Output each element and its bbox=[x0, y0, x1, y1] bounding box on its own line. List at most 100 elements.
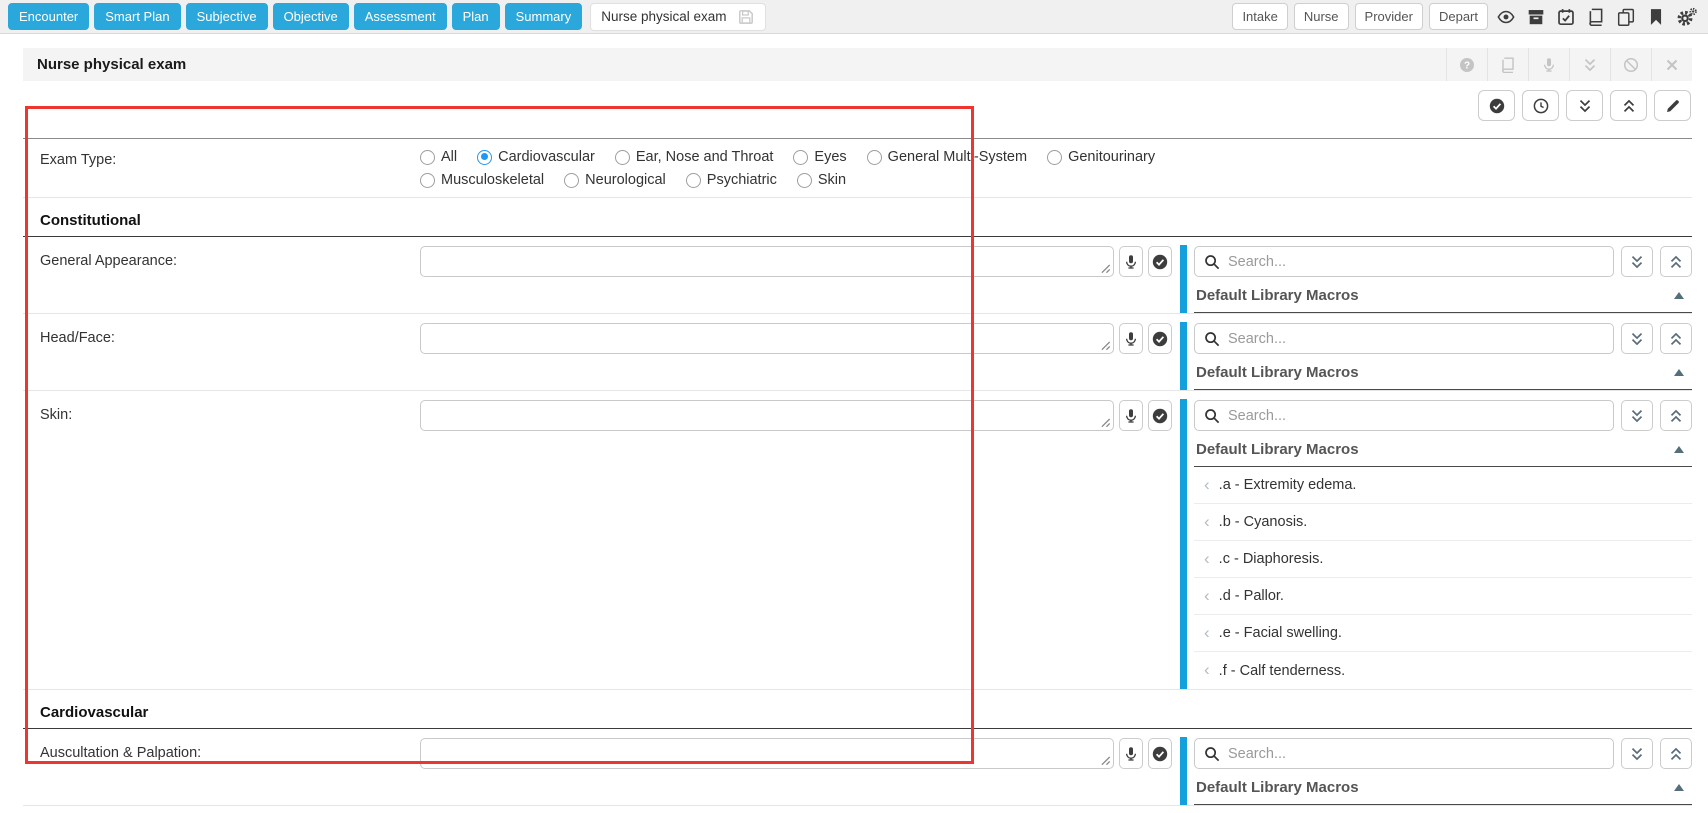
nav-objective-button[interactable]: Objective bbox=[273, 3, 349, 30]
expand-macros-button[interactable] bbox=[1621, 246, 1653, 277]
macro-panel-accent-bar bbox=[1180, 737, 1187, 805]
macro-group-header[interactable]: Default Library Macros bbox=[1194, 431, 1692, 467]
collapse-all-button[interactable] bbox=[1610, 90, 1647, 121]
radio-ear-nose-throat[interactable]: Ear, Nose and Throat bbox=[615, 149, 774, 165]
caret-up-icon[interactable] bbox=[1674, 446, 1684, 453]
dictate-mic-button[interactable] bbox=[1119, 738, 1143, 769]
radio-circle[interactable] bbox=[420, 150, 435, 165]
macro-search-input[interactable] bbox=[1228, 331, 1604, 347]
macro-search-box[interactable] bbox=[1194, 323, 1614, 354]
caret-up-icon[interactable] bbox=[1674, 292, 1684, 299]
expand-macros-button[interactable] bbox=[1621, 323, 1653, 354]
nav-smart-plan-button[interactable]: Smart Plan bbox=[94, 3, 180, 30]
panel-header: Nurse physical exam bbox=[23, 48, 1692, 81]
eye-icon[interactable] bbox=[1494, 8, 1518, 26]
radio-all[interactable]: All bbox=[420, 149, 457, 165]
confirm-check-button[interactable] bbox=[1148, 400, 1172, 431]
confirm-check-button[interactable] bbox=[1148, 323, 1172, 354]
confirm-check-button[interactable] bbox=[1148, 246, 1172, 277]
confirm-check-button[interactable] bbox=[1148, 738, 1172, 769]
macro-item[interactable]: ‹.b - Cyanosis. bbox=[1194, 504, 1692, 541]
caret-up-icon[interactable] bbox=[1674, 784, 1684, 791]
form-actions bbox=[23, 90, 1692, 121]
radio-circle[interactable] bbox=[1047, 150, 1062, 165]
nav-plan-button[interactable]: Plan bbox=[452, 3, 500, 30]
caret-up-icon[interactable] bbox=[1674, 369, 1684, 376]
macro-search-box[interactable] bbox=[1194, 246, 1614, 277]
collapse-macros-button[interactable] bbox=[1660, 323, 1692, 354]
copy-icon[interactable] bbox=[1614, 8, 1638, 26]
radio-circle[interactable] bbox=[420, 173, 435, 188]
general-appearance-textarea[interactable] bbox=[420, 246, 1114, 277]
top-toolbar: Encounter Smart Plan Subjective Objectiv… bbox=[0, 0, 1708, 34]
save-floppy-icon[interactable] bbox=[737, 8, 755, 26]
radio-circle[interactable] bbox=[615, 150, 630, 165]
radio-skin[interactable]: Skin bbox=[797, 172, 846, 188]
radio-cardiovascular[interactable]: Cardiovascular bbox=[477, 149, 595, 165]
search-icon bbox=[1204, 746, 1220, 762]
macro-item[interactable]: ‹.c - Diaphoresis. bbox=[1194, 541, 1692, 578]
radio-circle[interactable] bbox=[797, 173, 812, 188]
macro-item[interactable]: ‹.a - Extremity edema. bbox=[1194, 467, 1692, 504]
edit-pencil-button[interactable] bbox=[1654, 90, 1691, 121]
expand-all-button[interactable] bbox=[1566, 90, 1603, 121]
radio-eyes[interactable]: Eyes bbox=[793, 149, 846, 165]
macro-item[interactable]: ‹.f - Calf tenderness. bbox=[1194, 652, 1692, 689]
radio-psychiatric[interactable]: Psychiatric bbox=[686, 172, 777, 188]
radio-circle[interactable] bbox=[564, 173, 579, 188]
help-circle-icon[interactable] bbox=[1446, 48, 1487, 81]
radio-circle[interactable] bbox=[867, 150, 882, 165]
ban-icon[interactable] bbox=[1610, 48, 1651, 81]
calendar-check-icon[interactable] bbox=[1554, 8, 1578, 26]
archive-box-icon[interactable] bbox=[1524, 8, 1548, 26]
chevron-double-down-icon[interactable] bbox=[1569, 48, 1610, 81]
macro-search-input[interactable] bbox=[1228, 254, 1604, 270]
collapse-macros-button[interactable] bbox=[1660, 246, 1692, 277]
head-face-textarea[interactable] bbox=[420, 323, 1114, 354]
collapse-macros-button[interactable] bbox=[1660, 400, 1692, 431]
complete-check-button[interactable] bbox=[1478, 90, 1515, 121]
macro-group-header[interactable]: Default Library Macros bbox=[1194, 769, 1692, 805]
dictate-mic-button[interactable] bbox=[1119, 246, 1143, 277]
radio-neurological[interactable]: Neurological bbox=[564, 172, 666, 188]
macro-item[interactable]: ‹.e - Facial swelling. bbox=[1194, 615, 1692, 652]
settings-gears-icon[interactable] bbox=[1674, 7, 1700, 27]
radio-circle[interactable] bbox=[477, 150, 492, 165]
expand-macros-button[interactable] bbox=[1621, 400, 1653, 431]
nav-summary-button[interactable]: Summary bbox=[505, 3, 583, 30]
dictate-mic-button[interactable] bbox=[1119, 400, 1143, 431]
collapse-macros-button[interactable] bbox=[1660, 738, 1692, 769]
nav-encounter-button[interactable]: Encounter bbox=[8, 3, 89, 30]
field-label: Head/Face: bbox=[23, 314, 420, 390]
macro-search-input[interactable] bbox=[1228, 408, 1604, 424]
radio-genitourinary[interactable]: Genitourinary bbox=[1047, 149, 1155, 165]
auscultation-palpation-textarea[interactable] bbox=[420, 738, 1114, 769]
intake-button[interactable]: Intake bbox=[1232, 3, 1287, 30]
macro-item[interactable]: ‹.d - Pallor. bbox=[1194, 578, 1692, 615]
nurse-button[interactable]: Nurse bbox=[1294, 3, 1349, 30]
nav-assessment-button[interactable]: Assessment bbox=[354, 3, 447, 30]
radio-musculoskeletal[interactable]: Musculoskeletal bbox=[420, 172, 544, 188]
active-form-tab[interactable]: Nurse physical exam bbox=[590, 3, 765, 31]
macro-group-header[interactable]: Default Library Macros bbox=[1194, 354, 1692, 390]
dictate-mic-button[interactable] bbox=[1119, 323, 1143, 354]
macro-group-header[interactable]: Default Library Macros bbox=[1194, 277, 1692, 313]
radio-general-multi-system[interactable]: General Multi-System bbox=[867, 149, 1027, 165]
depart-button[interactable]: Depart bbox=[1429, 3, 1488, 30]
radio-circle[interactable] bbox=[793, 150, 808, 165]
bookmark-icon[interactable] bbox=[1644, 8, 1668, 26]
book-icon[interactable] bbox=[1584, 8, 1608, 26]
macro-search-input[interactable] bbox=[1228, 746, 1604, 762]
macro-search-box[interactable] bbox=[1194, 400, 1614, 431]
radio-circle[interactable] bbox=[686, 173, 701, 188]
skin-textarea[interactable] bbox=[420, 400, 1114, 431]
field-row-general-appearance: General Appearance: Default Library Macr… bbox=[23, 237, 1692, 314]
microphone-icon[interactable] bbox=[1528, 48, 1569, 81]
nav-subjective-button[interactable]: Subjective bbox=[186, 3, 268, 30]
book-icon[interactable] bbox=[1487, 48, 1528, 81]
macro-search-box[interactable] bbox=[1194, 738, 1614, 769]
history-clock-button[interactable] bbox=[1522, 90, 1559, 121]
close-icon[interactable] bbox=[1651, 48, 1692, 81]
expand-macros-button[interactable] bbox=[1621, 738, 1653, 769]
provider-button[interactable]: Provider bbox=[1355, 3, 1423, 30]
